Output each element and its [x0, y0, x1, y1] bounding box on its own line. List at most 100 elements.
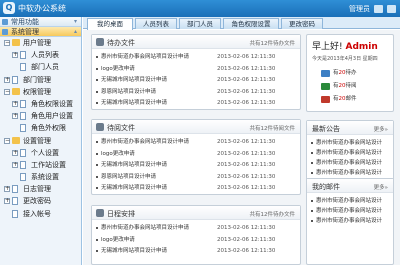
- sidebar-group-label: 常用功能: [11, 18, 39, 26]
- expand-toggle-icon[interactable]: +: [4, 76, 10, 83]
- tab-my-desktop[interactable]: 我的桌面: [87, 18, 133, 30]
- app-title: 中软办公系统: [18, 4, 66, 13]
- sidebar-tree-item[interactable]: − 设置管理: [0, 135, 81, 147]
- pending-files-icon: [96, 38, 104, 46]
- settings-icon[interactable]: [374, 5, 383, 13]
- mail-icon: [321, 96, 330, 103]
- expand-toggle-icon[interactable]: +: [4, 198, 10, 205]
- tab-user-list[interactable]: 人员列表: [135, 18, 177, 29]
- welcome-stat[interactable]: 有20待办: [333, 69, 357, 78]
- sidebar-tree-item[interactable]: + 角色用户设置: [0, 110, 81, 122]
- welcome-stat[interactable]: 有20待阅: [333, 82, 357, 91]
- sidebar-tree-item[interactable]: 接入帐号: [0, 208, 81, 220]
- sidebar-group-common[interactable]: 常用功能 ▾: [0, 17, 81, 27]
- admin-label[interactable]: 管理员: [349, 4, 370, 14]
- expand-toggle-icon[interactable]: +: [12, 52, 18, 59]
- news-panel: 最新公告 更多» 惠州市街道办事会网站设计 惠州市街道办事会网站设计 惠州市街道办事…: [306, 120, 394, 182]
- bullet-icon: [96, 227, 98, 229]
- sidebar-tree-label: 角色用户设置: [31, 112, 73, 121]
- expand-toggle-icon[interactable]: +: [12, 161, 18, 168]
- list-item-title[interactable]: 惠州市街道办事会网站设计: [316, 149, 382, 157]
- list-item-title[interactable]: 无锡城市网站项目设计申请: [101, 184, 167, 192]
- list-item-title[interactable]: 惠州市街道办事会网站设计: [316, 207, 382, 215]
- common-functions-icon: [2, 19, 8, 25]
- sidebar-tree-item[interactable]: + 角色权限设置: [0, 98, 81, 110]
- sidebar-tree-item[interactable]: + 更改密码: [0, 195, 81, 207]
- welcome-panel: 早上好! Admin 今天是2013年4月3日 星期四 有20待办 有20待阅 有2…: [306, 34, 394, 112]
- tab-dept-users[interactable]: 部门人员: [179, 18, 221, 29]
- document-icon: [12, 209, 18, 218]
- list-item-title[interactable]: 惠州市街道办事会网站设计: [316, 139, 382, 147]
- list-item-title[interactable]: 无锡城市网站项目设计申请: [101, 161, 167, 169]
- pending-files-panel: 待办文件 共有12件待办文件 惠州市街道办事会网站项目设计申请 2013-02-0…: [91, 34, 301, 110]
- expand-toggle-icon[interactable]: −: [4, 40, 10, 46]
- panel-title: 我的邮件: [312, 183, 340, 191]
- list-item-title[interactable]: logo更改申请: [101, 236, 135, 244]
- list-item-date: 2013-02-06 12:11:30: [217, 54, 276, 60]
- document-icon: [20, 173, 26, 182]
- sidebar-group-system[interactable]: 系统管理 ▴: [0, 27, 81, 37]
- list-item-title[interactable]: 惠州市街道办事会网站项目设计申请: [101, 138, 189, 146]
- sidebar-tree-label: 部门管理: [23, 75, 51, 84]
- stat-count: 20: [338, 70, 346, 76]
- sidebar-tree-item[interactable]: − 用户管理: [0, 37, 81, 49]
- chevron-down-icon: ▾: [73, 18, 77, 25]
- app-logo-icon: Q: [3, 2, 15, 14]
- sidebar-tree-label: 角色外权限: [31, 124, 66, 133]
- welcome-stat[interactable]: 有20邮件: [333, 95, 357, 104]
- expand-toggle-icon[interactable]: +: [4, 186, 10, 193]
- list-item-title[interactable]: 恩恩网站项目设计申请: [101, 88, 156, 96]
- expand-toggle-icon[interactable]: −: [4, 88, 10, 95]
- list-item-title[interactable]: 惠州市街道办事会网站设计: [316, 159, 382, 167]
- sidebar-tree-label: 人员列表: [31, 51, 59, 60]
- list-item-title[interactable]: 惠州市街道办事会网站设计: [316, 217, 382, 225]
- list-item-title[interactable]: 无锡城市网站项目设计申请: [101, 99, 167, 107]
- list-item-title[interactable]: 无锡城市网站项目设计申请: [101, 247, 167, 255]
- list-item-title[interactable]: logo更改申请: [101, 65, 135, 73]
- bullet-icon: [96, 250, 98, 252]
- greeting: 早上好! Admin: [312, 42, 378, 52]
- folder-icon: [12, 87, 20, 95]
- expand-toggle-icon[interactable]: +: [12, 113, 18, 120]
- bullet-icon: [96, 90, 98, 93]
- list-item-title[interactable]: 无锡城市网站项目设计申请: [101, 76, 167, 84]
- panel-title: 待办文件: [107, 39, 135, 47]
- pending-count: 共有12件待办文件: [249, 41, 296, 47]
- expand-toggle-icon[interactable]: −: [4, 137, 10, 144]
- sidebar-tree-item[interactable]: + 日志管理: [0, 183, 81, 195]
- tab-change-password[interactable]: 更改密码: [281, 18, 323, 29]
- sidebar-tree-item[interactable]: 部门人员: [0, 61, 81, 73]
- sidebar-tree-item[interactable]: + 部门管理: [0, 74, 81, 86]
- tab-role-permissions[interactable]: 角色权限设置: [223, 18, 279, 29]
- news-more-link[interactable]: 更多»: [374, 125, 388, 133]
- list-item-title[interactable]: logo更改申请: [101, 150, 135, 158]
- list-item-title[interactable]: 惠州市街道办事会网站项目设计申请: [101, 53, 189, 61]
- folder-icon: [12, 136, 20, 144]
- document-icon: [12, 75, 18, 84]
- list-item-title[interactable]: 恩恩网站项目设计申请: [101, 173, 156, 181]
- sidebar-tree-item[interactable]: 角色外权限: [0, 122, 81, 134]
- sidebar-tree-item[interactable]: + 人员列表: [0, 49, 81, 61]
- list-item-title[interactable]: 惠州市街道办事会网站设计: [316, 197, 382, 205]
- sidebar-tree-item[interactable]: 系统设置: [0, 171, 81, 183]
- sidebar-tree-label: 部门人员: [31, 63, 59, 72]
- bullet-icon: [311, 220, 313, 222]
- sidebar-group-label: 系统管理: [11, 28, 39, 36]
- document-icon: [20, 148, 26, 157]
- desktop-main: 待办文件 共有12件待办文件 惠州市街道办事会网站项目设计申请 2013-02-0…: [83, 30, 400, 265]
- list-item-date: 2013-02-06 12:11:30: [217, 150, 276, 157]
- mail-more-link[interactable]: 更多»: [374, 183, 388, 191]
- sidebar-tree-item[interactable]: − 权限管理: [0, 86, 81, 98]
- list-item-title[interactable]: 惠州市街道办事会网站项目设计申请: [101, 224, 189, 232]
- bullet-icon: [311, 152, 313, 154]
- list-item-date: 2013-02-06 12:11:30: [217, 88, 276, 95]
- sidebar-tree-label: 角色权限设置: [31, 99, 73, 108]
- logout-icon[interactable]: [387, 5, 396, 13]
- sidebar-tree-item[interactable]: + 个人设置: [0, 147, 81, 159]
- expand-toggle-icon[interactable]: +: [12, 149, 18, 156]
- list-item-title[interactable]: 惠州市街道办事会网站设计: [316, 169, 382, 177]
- sidebar-tree-item[interactable]: + 工作站设置: [0, 159, 81, 171]
- document-icon: [20, 124, 26, 133]
- expand-toggle-icon[interactable]: +: [12, 100, 18, 107]
- sidebar-tree-label: 更改密码: [23, 197, 51, 206]
